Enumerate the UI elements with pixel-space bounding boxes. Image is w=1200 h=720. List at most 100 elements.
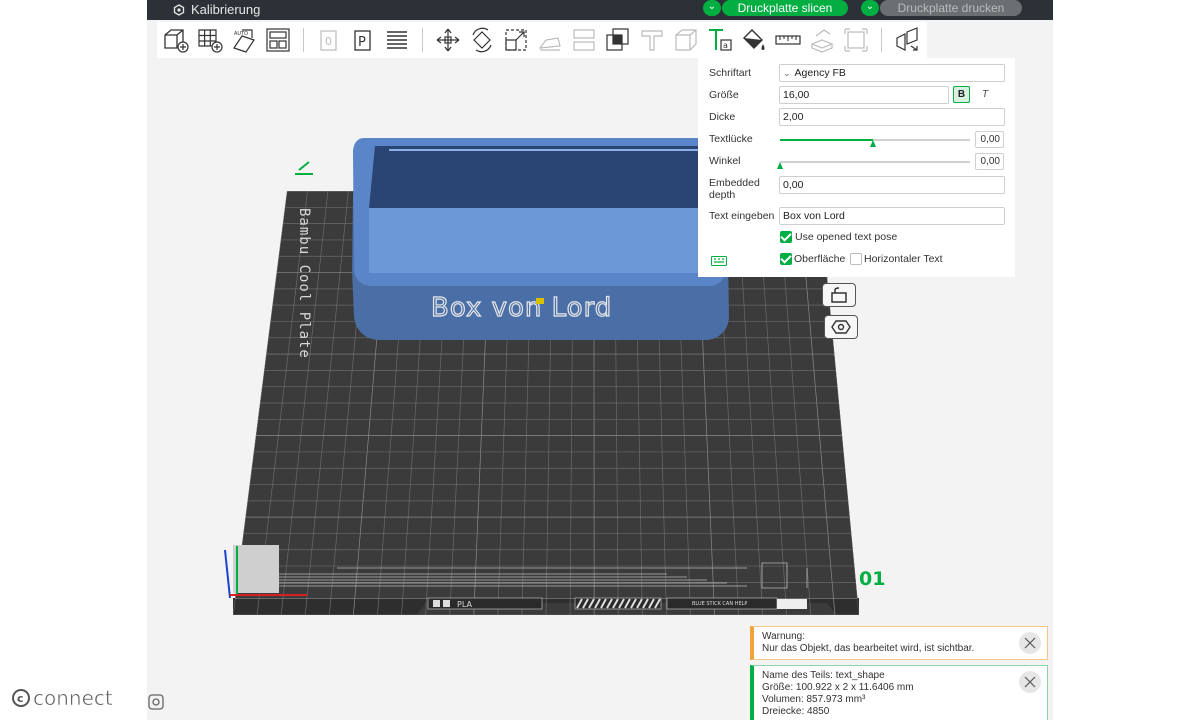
gap-slider[interactable] xyxy=(780,139,970,147)
text-input[interactable]: Box von Lord xyxy=(779,207,1005,225)
scale-button[interactable] xyxy=(499,23,533,57)
gap-value[interactable]: 0,00 xyxy=(975,131,1004,148)
fit-icon xyxy=(844,28,868,52)
text-tool-panel: Schriftart ⌄ Agency FB Größe 16,00 B T Di… xyxy=(698,58,1015,277)
layers-icon xyxy=(387,31,407,49)
plate-button[interactable]: P xyxy=(346,23,380,57)
explode-icon xyxy=(896,27,918,51)
support-icon xyxy=(641,30,663,51)
add-grid-button[interactable] xyxy=(193,23,227,57)
measure-icon xyxy=(775,35,801,45)
warning-text: Nur das Objekt, das bearbeitet wird, ist… xyxy=(762,643,975,654)
hexagon-icon xyxy=(831,320,851,334)
use-pose-label: Use opened text pose xyxy=(795,231,898,243)
slice-dropdown-button[interactable]: ⌄ xyxy=(703,0,721,16)
pen-icon[interactable] xyxy=(295,161,313,175)
text-tool-button[interactable]: a xyxy=(703,23,737,57)
use-pose-checkbox[interactable] xyxy=(780,231,792,243)
gap-label: Textlücke xyxy=(709,133,753,145)
move-button[interactable] xyxy=(431,23,465,57)
hex-button[interactable] xyxy=(824,315,858,339)
calibration-icon xyxy=(173,4,185,16)
lock-icon xyxy=(831,287,847,303)
calibration-tab[interactable]: Kalibrierung xyxy=(173,0,260,20)
box-model[interactable]: Box von Lord xyxy=(352,138,729,340)
font-select[interactable]: ⌄ Agency FB xyxy=(779,64,1005,82)
keyboard-icon[interactable] xyxy=(711,256,727,266)
thickness-label: Dicke xyxy=(709,111,736,123)
plate-bottom-strip: PLA BLUE STICK CAN HELP xyxy=(427,597,807,610)
thickness-input[interactable]: 2,00 xyxy=(779,108,1005,126)
horizontal-text-checkbox[interactable] xyxy=(850,253,862,265)
svg-text:c: c xyxy=(17,692,24,705)
print-dropdown-button[interactable]: ⌄ xyxy=(861,0,879,16)
surface-label: Oberfläche xyxy=(794,253,846,265)
lay-on-face-button[interactable] xyxy=(533,23,567,57)
plate-side-label: Bambu Cool Plate xyxy=(296,208,312,359)
auto-orient-button[interactable]: AUTO xyxy=(227,23,261,57)
angle-value[interactable]: 0,00 xyxy=(975,153,1004,170)
assembly-button[interactable] xyxy=(805,23,839,57)
font-label: Schriftart xyxy=(709,67,752,79)
embedded-label-line2: depth xyxy=(709,189,736,201)
italic-toggle[interactable]: T xyxy=(978,87,992,102)
plate-number: 01 xyxy=(859,568,885,590)
plate-bottom-note: BLUE STICK CAN HELP xyxy=(692,601,747,607)
size-input[interactable]: 16,00 xyxy=(779,86,949,104)
surface-checkbox[interactable] xyxy=(780,253,792,265)
text-tool-icon: a xyxy=(709,29,732,51)
toolbar-divider xyxy=(881,28,882,52)
svg-text:0: 0 xyxy=(325,35,332,48)
paint-button[interactable] xyxy=(737,23,771,57)
font-value: Agency FB xyxy=(794,67,846,79)
gap-slider-handle[interactable] xyxy=(870,140,877,147)
arrange-button[interactable] xyxy=(261,23,295,57)
z-axis xyxy=(224,549,231,599)
chevron-down-icon: ⌄ xyxy=(707,1,717,12)
chevron-down-icon: ⌄ xyxy=(783,68,791,78)
plate-bottom-label: PLA xyxy=(457,600,472,609)
seam-icon xyxy=(675,29,697,51)
seam-button[interactable] xyxy=(669,23,703,57)
lock-button[interactable] xyxy=(822,283,856,307)
calibration-label: Kalibrierung xyxy=(191,2,261,17)
plate-icon: P xyxy=(354,30,371,51)
part-volume: Volumen: 857.973 mm³ xyxy=(762,694,866,705)
cut-icon xyxy=(573,29,595,51)
explode-button[interactable] xyxy=(890,23,924,57)
close-icon xyxy=(1024,676,1036,688)
part-name: Name des Teils: text_shape xyxy=(762,670,885,681)
fit-button[interactable] xyxy=(839,23,873,57)
svg-text:AUTO: AUTO xyxy=(234,31,248,37)
angle-slider-handle[interactable] xyxy=(777,162,783,169)
support-button[interactable] xyxy=(635,23,669,57)
paint-icon xyxy=(743,29,765,50)
layers-button[interactable] xyxy=(380,23,414,57)
embedded-depth-input[interactable]: 0,00 xyxy=(779,176,1005,194)
clone-button[interactable]: 0 xyxy=(312,23,346,57)
screenshot-icon[interactable] xyxy=(147,693,165,711)
add-object-button[interactable] xyxy=(159,23,193,57)
measure-button[interactable] xyxy=(771,23,805,57)
print-plate-button[interactable]: Druckplatte drucken xyxy=(880,0,1022,16)
auto-orient-icon: AUTO xyxy=(233,29,255,53)
rotate-button[interactable] xyxy=(465,23,499,57)
rotate-icon xyxy=(472,27,492,53)
bold-toggle[interactable]: B xyxy=(953,86,970,103)
warning-title: Warnung: xyxy=(762,631,805,642)
lay-on-face-icon xyxy=(538,37,561,51)
slice-plate-button[interactable]: Druckplatte slicen xyxy=(722,0,848,16)
top-bar: Kalibrierung ⌄ Druckplatte slicen ⌄ Druc… xyxy=(147,0,1053,20)
box-text: Box von Lord xyxy=(431,293,612,323)
horizontal-text-label: Horizontaler Text xyxy=(864,253,943,265)
info-close-button[interactable] xyxy=(1019,671,1041,693)
angle-slider[interactable] xyxy=(777,161,970,169)
part-triangles: Dreiecke: 4850 xyxy=(762,706,830,717)
move-icon xyxy=(436,28,460,52)
screenshot-stage: Kalibrierung ⌄ Druckplatte slicen ⌄ Druc… xyxy=(0,0,1200,720)
text-input-label: Text eingeben xyxy=(709,210,775,222)
hatch-strip xyxy=(574,597,662,610)
warning-close-button[interactable] xyxy=(1019,632,1041,654)
boolean-button[interactable] xyxy=(601,23,635,57)
cut-button[interactable] xyxy=(567,23,601,57)
